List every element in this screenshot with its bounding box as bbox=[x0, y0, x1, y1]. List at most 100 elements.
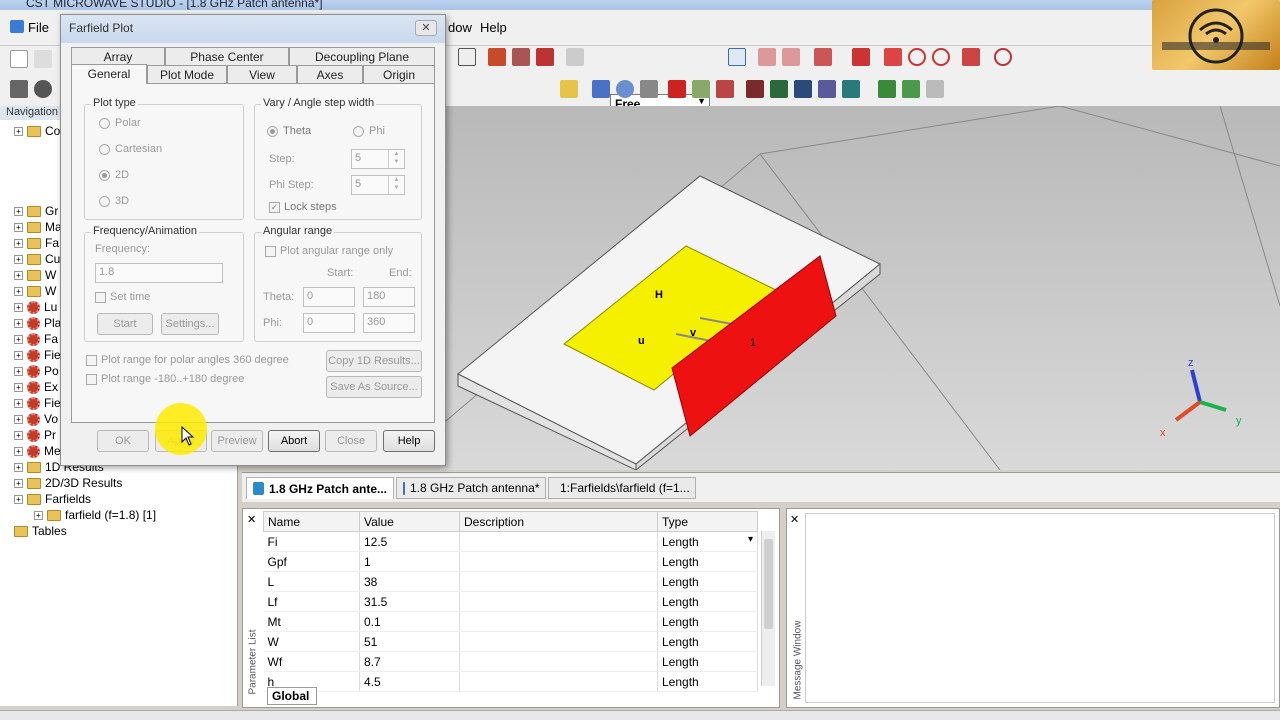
copy-1d-results-button[interactable]: Copy 1D Results... bbox=[326, 350, 422, 372]
tree-item[interactable]: + W bbox=[14, 268, 56, 282]
tree-item[interactable]: + Pr bbox=[14, 428, 56, 442]
zoom-fit-icon[interactable] bbox=[728, 48, 746, 66]
cell-description[interactable] bbox=[459, 651, 658, 672]
cell-name[interactable]: Gpf bbox=[263, 551, 360, 572]
help-button[interactable]: Help bbox=[383, 430, 435, 452]
tree-item[interactable]: + Fie bbox=[14, 396, 61, 410]
tree-item[interactable]: + Lu bbox=[14, 300, 57, 314]
cell-name[interactable]: Mt bbox=[263, 611, 360, 632]
polar-360-checkbox[interactable]: Plot range for polar angles 360 degree bbox=[86, 354, 289, 366]
cell-name[interactable]: W bbox=[263, 631, 360, 652]
table-row[interactable]: Mt 0.1 Length bbox=[263, 611, 758, 632]
solver-i-icon[interactable] bbox=[818, 80, 836, 98]
expand-icon[interactable]: + bbox=[14, 478, 23, 488]
tree-item[interactable]: + Fie bbox=[14, 348, 61, 362]
cylinder-icon[interactable] bbox=[10, 80, 28, 98]
cell-type[interactable]: Length bbox=[657, 671, 758, 692]
settings-icon[interactable] bbox=[994, 48, 1012, 66]
phi-end-input[interactable]: 360 bbox=[363, 313, 415, 333]
plot-angular-range-checkbox[interactable]: Plot angular range only bbox=[265, 245, 393, 257]
cell-type[interactable]: Length bbox=[657, 551, 758, 572]
expand-icon[interactable]: + bbox=[14, 254, 23, 264]
cube-icon[interactable] bbox=[458, 48, 476, 66]
set-time-checkbox[interactable]: Set time bbox=[95, 291, 150, 303]
tree-item[interactable]: + Co bbox=[14, 124, 60, 138]
optimizer-icon[interactable] bbox=[878, 80, 896, 98]
cross-icon[interactable] bbox=[962, 48, 980, 66]
cell-description[interactable] bbox=[459, 551, 658, 572]
probe-icon[interactable] bbox=[616, 80, 634, 98]
tree-item[interactable]: + Fa bbox=[14, 236, 59, 250]
table-row[interactable]: Fi 12.5 Length ▾ bbox=[263, 531, 758, 552]
table-row[interactable]: Gpf 1 Length bbox=[263, 551, 758, 572]
col-name[interactable]: Name bbox=[263, 511, 360, 532]
expand-icon[interactable]: + bbox=[14, 398, 23, 408]
cell-name[interactable]: L bbox=[263, 571, 360, 592]
tab-array[interactable]: Array bbox=[71, 47, 165, 65]
radio-theta[interactable]: Theta bbox=[267, 125, 311, 137]
solver-h-icon[interactable] bbox=[770, 80, 788, 98]
cell-description[interactable] bbox=[459, 671, 658, 692]
range-180-checkbox[interactable]: Plot range -180..+180 degree bbox=[86, 373, 244, 385]
cell-value[interactable]: 38 bbox=[359, 571, 460, 592]
model-view[interactable]: H u v 1 z x y bbox=[440, 106, 1280, 470]
port-icon[interactable] bbox=[668, 80, 686, 98]
tree-item[interactable]: + Po bbox=[14, 364, 59, 378]
cell-type[interactable]: Length ▾ bbox=[657, 531, 758, 552]
cell-type[interactable]: Length bbox=[657, 631, 758, 652]
rotate-icon[interactable] bbox=[814, 48, 832, 66]
step-input[interactable]: 5 ▲ ▼ bbox=[351, 149, 405, 169]
cut-icon[interactable] bbox=[852, 48, 870, 66]
cell-value[interactable]: 51 bbox=[359, 631, 460, 652]
spinner-icon[interactable]: ▲ ▼ bbox=[388, 150, 404, 168]
radio-polar[interactable]: Polar bbox=[99, 117, 141, 129]
table-row[interactable]: Wf 8.7 Length bbox=[263, 651, 758, 672]
boundary-icon[interactable] bbox=[716, 80, 734, 98]
sphere-icon[interactable] bbox=[34, 80, 52, 98]
tree-item[interactable]: + Cu bbox=[14, 252, 60, 266]
monitor-icon[interactable] bbox=[592, 80, 610, 98]
message-area[interactable] bbox=[805, 513, 1275, 703]
cell-type[interactable]: Length bbox=[657, 611, 758, 632]
radio-3d[interactable]: 3D bbox=[99, 195, 129, 207]
expand-icon[interactable]: + bbox=[14, 350, 23, 360]
lock-steps-checkbox[interactable]: ✓ Lock steps bbox=[269, 201, 337, 213]
menu-window[interactable]: dow bbox=[448, 20, 472, 35]
expand-icon[interactable]: + bbox=[14, 334, 23, 344]
tab-general[interactable]: General bbox=[71, 64, 147, 84]
expand-icon[interactable]: + bbox=[14, 494, 23, 504]
col-description[interactable]: Description bbox=[459, 511, 658, 532]
pick-face-icon[interactable] bbox=[488, 48, 506, 66]
table-row[interactable]: W 51 Length bbox=[263, 631, 758, 652]
measure-line-icon[interactable] bbox=[884, 48, 902, 66]
mesh-icon[interactable] bbox=[640, 80, 658, 98]
solver-f-icon[interactable] bbox=[794, 80, 812, 98]
expand-icon[interactable]: + bbox=[14, 318, 23, 328]
ok-button[interactable]: OK bbox=[97, 430, 149, 452]
table-row[interactable]: h 4.5 Length bbox=[263, 671, 758, 692]
tab-axes[interactable]: Axes bbox=[297, 65, 363, 83]
tree-item[interactable]: + Farfields bbox=[14, 492, 91, 506]
cell-value[interactable]: 31.5 bbox=[359, 591, 460, 612]
expand-icon[interactable]: + bbox=[14, 382, 23, 392]
cell-description[interactable] bbox=[459, 531, 658, 552]
grid-icon[interactable] bbox=[560, 80, 578, 98]
cell-value[interactable]: 4.5 bbox=[359, 671, 460, 692]
zoom-out-icon[interactable] bbox=[782, 48, 800, 66]
radio-cartesian[interactable]: Cartesian bbox=[99, 143, 162, 155]
pick-edge-icon[interactable] bbox=[536, 48, 554, 66]
expand-icon[interactable]: + bbox=[34, 510, 43, 520]
expand-icon[interactable]: + bbox=[14, 286, 23, 296]
theta-end-input[interactable]: 180 bbox=[363, 287, 415, 307]
start-button[interactable]: Start bbox=[97, 313, 153, 335]
close-icon[interactable]: ✕ bbox=[247, 513, 256, 526]
col-value[interactable]: Value bbox=[359, 511, 460, 532]
table-row[interactable]: Lf 31.5 Length bbox=[263, 591, 758, 612]
radio-phi[interactable]: Phi bbox=[353, 125, 385, 137]
expand-icon[interactable]: + bbox=[14, 206, 23, 216]
cell-name[interactable]: Lf bbox=[263, 591, 360, 612]
frequency-input[interactable]: 1.8 bbox=[95, 263, 223, 283]
par-sweep-icon[interactable] bbox=[902, 80, 920, 98]
tree-item[interactable]: +2D/3D Results bbox=[14, 476, 122, 490]
3d-viewport[interactable]: H u v 1 z x y bbox=[440, 106, 1280, 470]
